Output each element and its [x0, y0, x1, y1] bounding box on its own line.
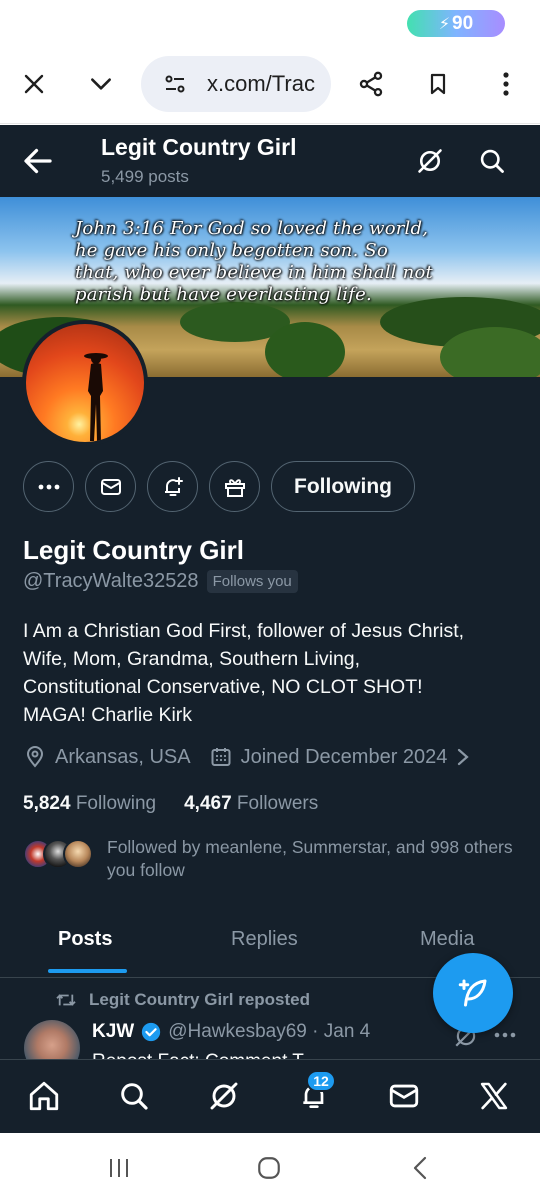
- explore-search-icon[interactable]: [114, 1076, 154, 1116]
- bottom-nav: 12: [0, 1059, 540, 1133]
- location-text: Arkansas, USA: [55, 745, 191, 768]
- profile-meta: Arkansas, USA Joined December 2024: [23, 745, 471, 769]
- bookmark-icon[interactable]: [418, 64, 458, 104]
- message-button[interactable]: [85, 461, 136, 512]
- active-tab-indicator: [48, 969, 127, 973]
- android-home-icon[interactable]: [254, 1153, 284, 1183]
- followers-count-link[interactable]: 4,467 Followers: [184, 793, 318, 815]
- search-icon[interactable]: [474, 143, 510, 179]
- bio-line: Constitutional Conservative, NO CLOT SHO…: [23, 676, 423, 698]
- bio-line: MAGA! Charlie Kirk: [23, 704, 193, 726]
- verified-badge-icon: [142, 1022, 161, 1042]
- follower-avatar: [63, 839, 93, 869]
- following-button[interactable]: Following: [271, 461, 415, 512]
- profile-handle: @TracyWalte32528: [23, 570, 199, 592]
- following-count-link[interactable]: 5,824 Following: [23, 793, 156, 815]
- battery-badge: ⚡ 90: [407, 10, 505, 37]
- calendar-icon: [211, 748, 231, 766]
- banner-line: that, who ever believe in him shall not: [75, 262, 433, 283]
- close-icon[interactable]: [14, 64, 54, 104]
- android-nav-bar: [0, 1133, 540, 1200]
- gift-button[interactable]: [209, 461, 260, 512]
- status-bar: ⚡ 90: [0, 0, 540, 44]
- url-bar[interactable]: x.com/Trac: [141, 56, 331, 112]
- follow-counts: 5,824 Following 4,467 Followers: [23, 793, 318, 815]
- x-logo-icon[interactable]: [474, 1076, 514, 1116]
- followers-count: 4,467: [184, 793, 232, 814]
- more-options-button[interactable]: [23, 461, 74, 512]
- following-label: Following: [75, 793, 157, 814]
- profile-avatar[interactable]: [22, 320, 148, 446]
- banner-line: he gave his only begotten son. So: [75, 240, 388, 261]
- joined-text: Joined December 2024: [240, 745, 448, 768]
- mail-icon: [100, 478, 121, 495]
- reposted-by-text: Legit Country Girl reposted: [89, 990, 311, 1009]
- followed-by[interactable]: Followed by meanlene, Summerstar, and 99…: [23, 835, 523, 885]
- handle-row: @TracyWalte32528 Follows you: [23, 570, 298, 593]
- silhouette-image: [84, 353, 108, 441]
- battery-level: 90: [452, 12, 474, 34]
- follows-you-badge: Follows you: [206, 570, 298, 593]
- url-text: x.com/Trac: [207, 71, 315, 96]
- followed-by-text: Followed by meanlene, Summerstar, and 99…: [107, 837, 513, 880]
- banner-tree: [265, 322, 345, 377]
- profile-bio: I Am a Christian God First, follower of …: [23, 617, 523, 729]
- profile-name: Legit Country Girl: [23, 535, 244, 565]
- compose-post-button[interactable]: [433, 953, 513, 1033]
- site-settings-icon[interactable]: [163, 71, 189, 97]
- more-vertical-icon[interactable]: [486, 64, 526, 104]
- banner-line: John 3:16 For God so loved the world,: [75, 218, 429, 239]
- tab-media[interactable]: Media: [420, 928, 474, 951]
- repost-icon: [56, 994, 76, 1006]
- chevron-right-icon: [458, 748, 470, 766]
- banner-line: parish but have everlasting life.: [75, 284, 372, 305]
- repost-indicator: Legit Country Girl reposted: [55, 990, 310, 1010]
- post-header: KJW @Hawkesbay69 · Jan 4: [92, 1021, 370, 1043]
- browser-toolbar: x.com/Trac: [0, 44, 540, 124]
- joined-date[interactable]: Joined December 2024: [209, 745, 472, 769]
- topbar-title: Legit Country Girl: [101, 134, 297, 160]
- location: Arkansas, USA: [23, 745, 191, 769]
- posts-count: 5,499 posts: [101, 167, 189, 186]
- ellipsis-icon: [38, 484, 59, 489]
- bio-line: I Am a Christian God First, follower of …: [23, 620, 465, 642]
- notify-button[interactable]: [147, 461, 198, 512]
- banner-verse: John 3:16 For God so loved the world, he…: [75, 218, 475, 306]
- recent-apps-icon[interactable]: [104, 1153, 134, 1183]
- grok-nav-icon[interactable]: [204, 1076, 244, 1116]
- feather-plus-icon: [458, 979, 487, 1007]
- post-more-icon[interactable]: [494, 1032, 516, 1038]
- share-icon[interactable]: [351, 64, 391, 104]
- bio-line: Wife, Mom, Grandma, Southern Living,: [23, 648, 361, 670]
- bell-plus-icon: [164, 476, 183, 496]
- x-app: Legit Country Girl 5,499 posts John 3:16…: [0, 125, 540, 1133]
- android-back-icon[interactable]: [405, 1153, 435, 1183]
- bolt-icon: ⚡: [438, 15, 451, 33]
- location-pin-icon: [26, 746, 44, 768]
- notifications-badge: 12: [306, 1070, 336, 1092]
- tab-posts[interactable]: Posts: [58, 928, 112, 951]
- post-author-name[interactable]: KJW: [92, 1021, 134, 1043]
- chevron-down-icon[interactable]: [81, 64, 121, 104]
- messages-mail-icon[interactable]: [384, 1076, 424, 1116]
- following-count: 5,824: [23, 793, 71, 814]
- followers-label: Followers: [236, 793, 319, 814]
- post-handle: @Hawkesbay69 · Jan 4: [168, 1021, 371, 1042]
- grok-icon[interactable]: [412, 143, 448, 179]
- profile-topbar: Legit Country Girl 5,499 posts: [0, 125, 540, 197]
- tab-replies[interactable]: Replies: [231, 928, 298, 951]
- home-icon[interactable]: [24, 1076, 64, 1116]
- gift-icon: [224, 478, 245, 497]
- back-arrow-icon[interactable]: [20, 143, 56, 179]
